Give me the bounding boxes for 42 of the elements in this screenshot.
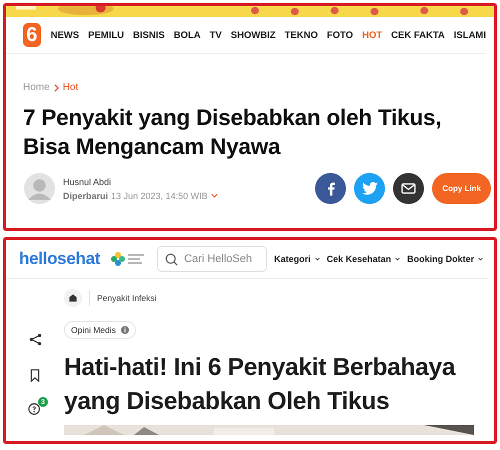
- chevron-down-icon: [478, 257, 484, 261]
- nav-link[interactable]: TV: [210, 30, 222, 40]
- comment-icon[interactable]: [28, 402, 42, 416]
- nav-link[interactable]: BISNIS: [133, 30, 165, 40]
- breadcrumb-link[interactable]: Penyakit Infeksi: [97, 293, 157, 303]
- opini-medis-tag[interactable]: Opini Medis: [64, 321, 136, 339]
- nav-link[interactable]: ISLAMI: [454, 30, 486, 40]
- bookmark-icon[interactable]: [30, 369, 40, 382]
- avatar-icon: [24, 173, 55, 204]
- article-title: 7 Penyakit yang Disebabkan oleh Tikus, Bisa Mengancam Nyawa: [23, 104, 442, 161]
- nav-link[interactable]: PEMILU: [88, 30, 124, 40]
- chevron-icon: [54, 84, 59, 92]
- info-icon: [120, 326, 129, 334]
- author-name[interactable]: Husnul Abdi: [63, 176, 218, 186]
- nav-dropdown[interactable]: Kategori: [274, 254, 320, 264]
- email-share-button[interactable]: [393, 173, 424, 204]
- envelope-icon: [401, 183, 416, 194]
- facebook-share-button[interactable]: [315, 173, 346, 204]
- nav-link[interactable]: NEWS: [50, 30, 80, 40]
- search-icon: [165, 253, 178, 266]
- chevron-down-icon: [395, 257, 400, 261]
- share-icon[interactable]: [28, 333, 42, 346]
- twitter-share-button[interactable]: [354, 173, 386, 204]
- chevron-down-icon: [314, 257, 320, 261]
- nav-link[interactable]: SHOWBIZ: [230, 30, 276, 40]
- search-field[interactable]: Cari HelloSeh: [157, 246, 268, 272]
- nav-dropdown[interactable]: Booking Dokter: [407, 254, 484, 264]
- facebook-icon: [326, 182, 335, 196]
- home-icon[interactable]: [64, 289, 82, 307]
- nav-link[interactable]: TEKNO: [284, 30, 318, 40]
- breadcrumb-link[interactable]: Hot: [62, 82, 78, 93]
- nav-link[interactable]: CEK FAKTA: [391, 30, 445, 40]
- chevron-down-icon[interactable]: [210, 193, 218, 198]
- ministry-logo-icon: [110, 251, 146, 267]
- nav-link[interactable]: FOTO: [326, 30, 354, 40]
- nav-dropdown[interactable]: Cek Kesehatan: [326, 254, 400, 264]
- publish-date: 13 Jun 2023, 14:50 WIB: [111, 190, 208, 200]
- bird-icon: [362, 182, 378, 195]
- nav-link[interactable]: BOLA: [174, 30, 201, 40]
- article-title: Hati-hati! Ini 6 Penyakit Berbahaya yang Disebabkan Oleh Tikus: [64, 353, 457, 417]
- site-logo[interactable]: hellosehat: [19, 249, 100, 269]
- updated-label: Diperbarui: [63, 190, 108, 200]
